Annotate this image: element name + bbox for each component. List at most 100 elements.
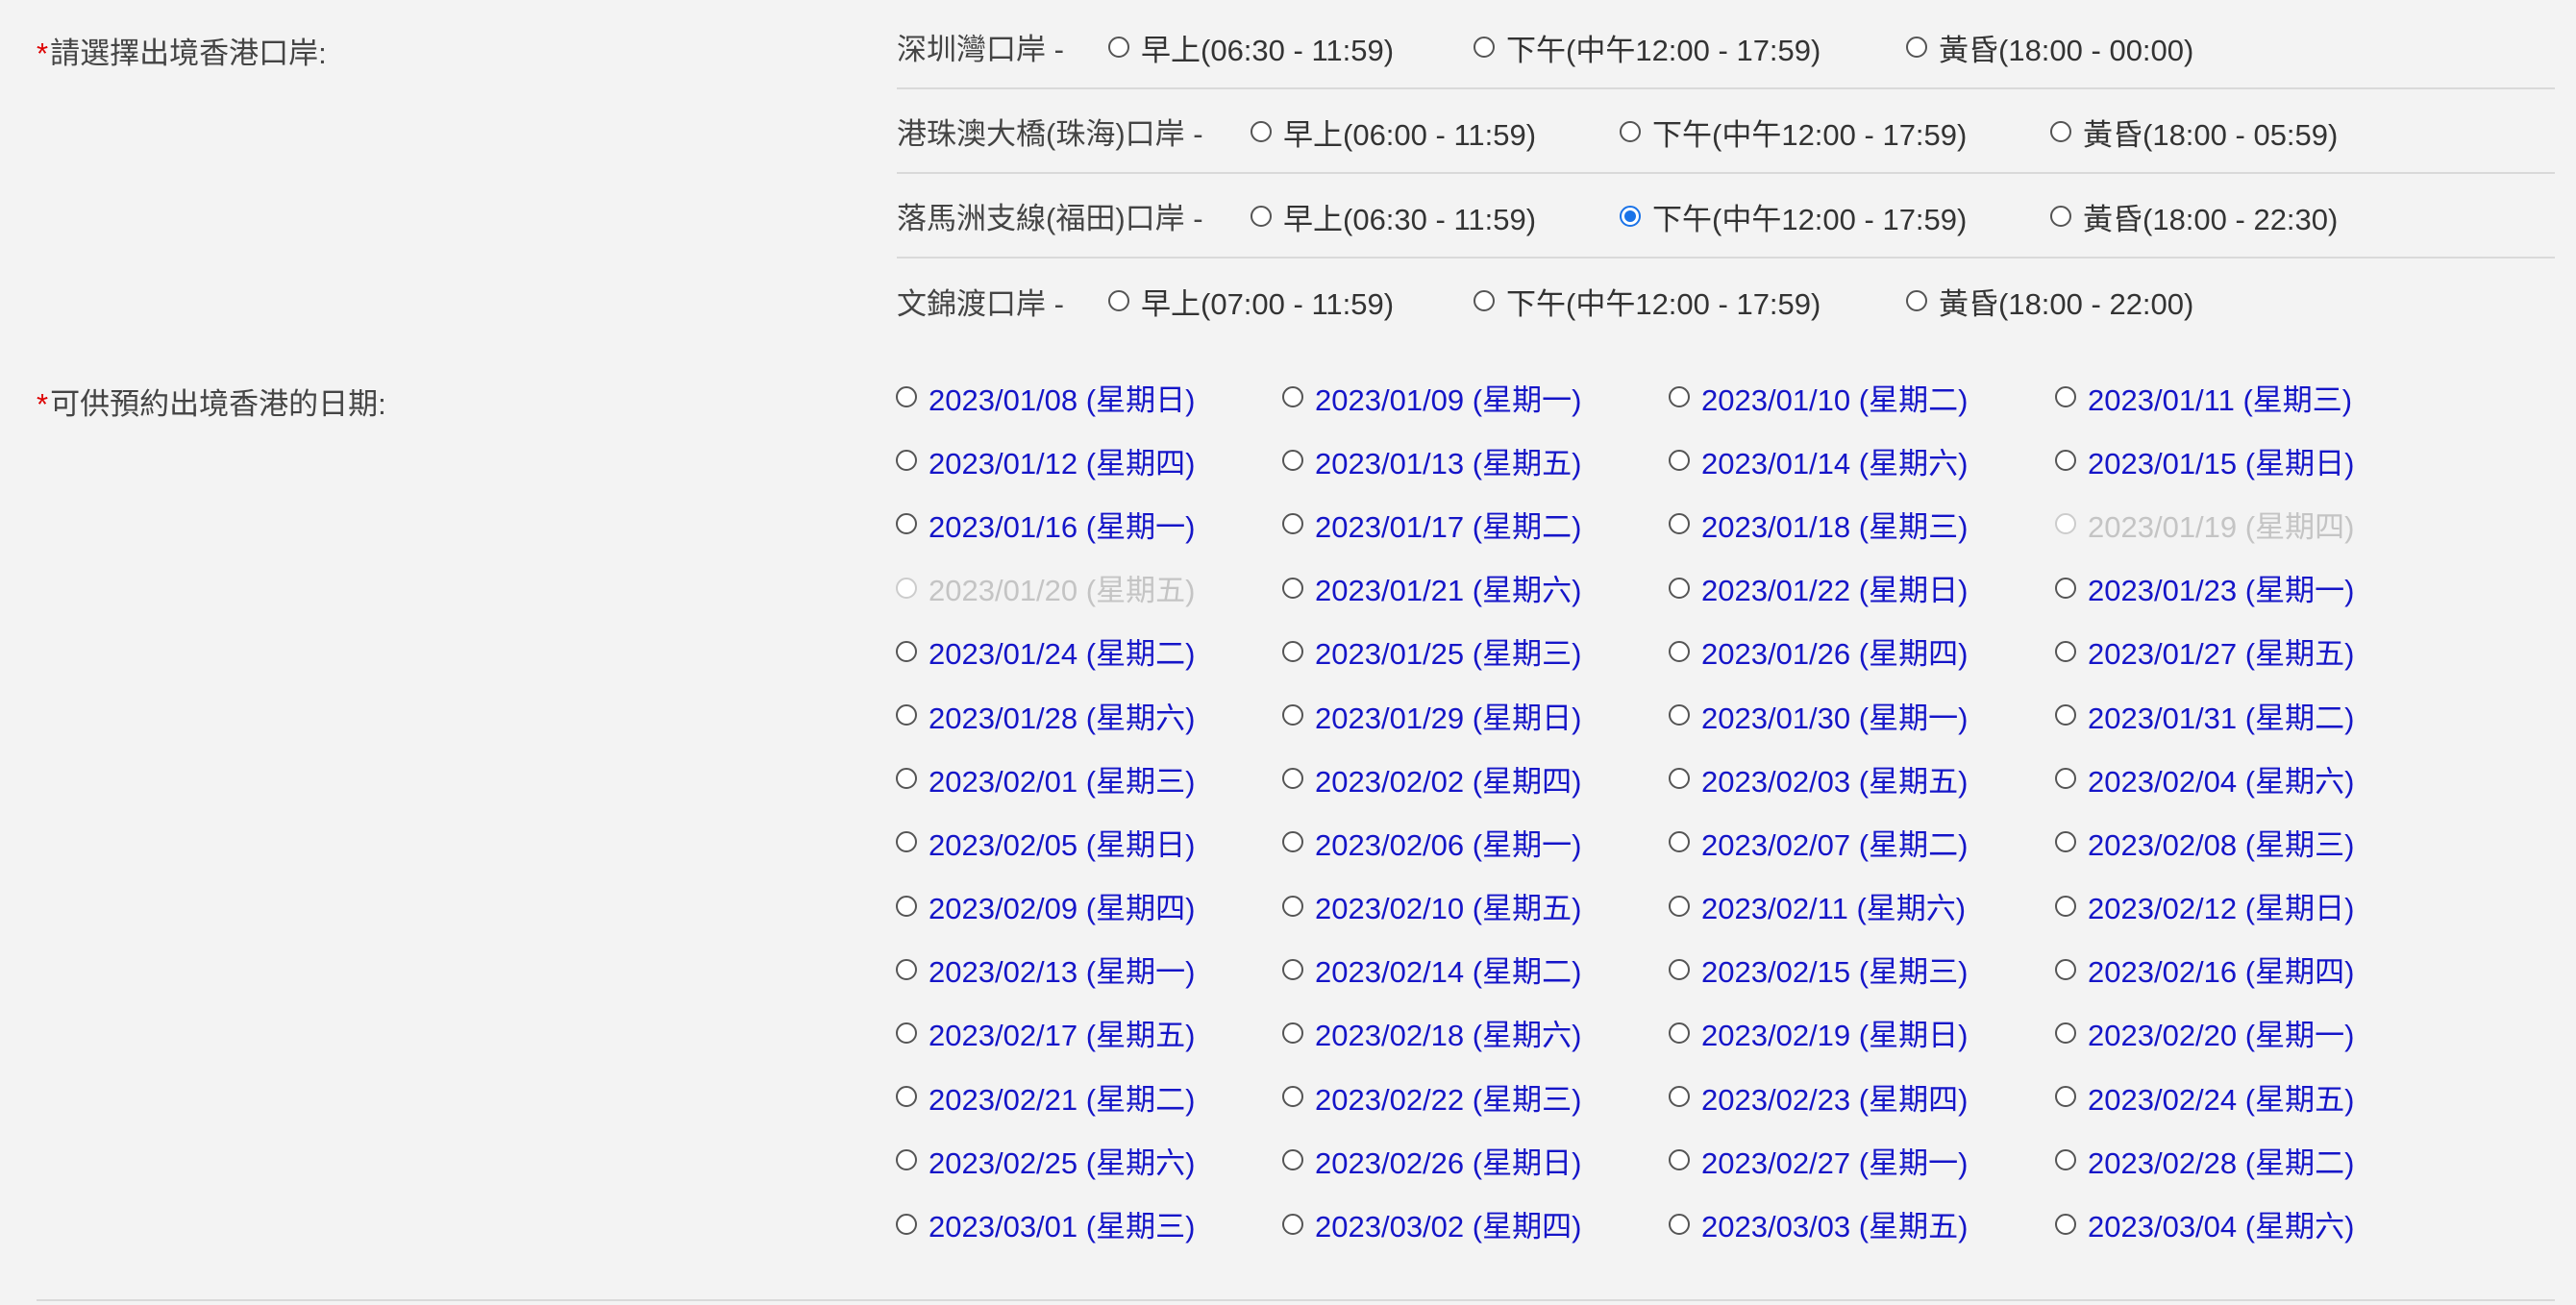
port-time-option[interactable]: 下午(中午12:00 - 17:59)	[1620, 174, 1967, 259]
date-option[interactable]: 2023/02/10 (星期五)	[1282, 874, 1669, 938]
date-option[interactable]: 2023/02/05 (星期日)	[896, 810, 1282, 874]
date-option[interactable]: 2023/01/14 (星期六)	[1669, 429, 2055, 492]
date-option[interactable]: 2023/01/25 (星期三)	[1282, 620, 1669, 683]
date-option[interactable]: 2023/02/09 (星期四)	[896, 874, 1282, 938]
radio-icon[interactable]	[1282, 831, 1303, 853]
date-option[interactable]: 2023/01/13 (星期五)	[1282, 429, 1669, 492]
radio-icon[interactable]	[1669, 450, 1690, 472]
radio-icon[interactable]	[896, 386, 917, 408]
date-option[interactable]: 2023/02/11 (星期六)	[1669, 874, 2055, 938]
date-option[interactable]: 2023/01/29 (星期日)	[1282, 683, 1669, 747]
port-time-option[interactable]: 下午(中午12:00 - 17:59)	[1474, 5, 1821, 89]
date-option[interactable]: 2023/01/31 (星期二)	[2055, 683, 2441, 747]
date-option[interactable]: 2023/02/14 (星期二)	[1282, 938, 1669, 1001]
radio-icon[interactable]	[896, 513, 917, 535]
date-option[interactable]: 2023/02/21 (星期二)	[896, 1065, 1282, 1128]
date-option[interactable]: 2023/02/19 (星期日)	[1669, 1001, 2055, 1065]
date-option[interactable]: 2023/01/16 (星期一)	[896, 492, 1282, 555]
radio-icon[interactable]	[1282, 704, 1303, 726]
date-option[interactable]: 2023/01/17 (星期二)	[1282, 492, 1669, 555]
port-time-option[interactable]: 早上(06:00 - 11:59)	[1251, 89, 1536, 174]
date-option[interactable]: 2023/02/15 (星期三)	[1669, 938, 2055, 1001]
radio-icon[interactable]	[1906, 37, 1927, 58]
date-option[interactable]: 2023/01/10 (星期二)	[1669, 365, 2055, 429]
date-option[interactable]: 2023/01/27 (星期五)	[2055, 620, 2441, 683]
date-option[interactable]: 2023/02/25 (星期六)	[896, 1128, 1282, 1192]
date-option[interactable]: 2023/02/23 (星期四)	[1669, 1065, 2055, 1128]
radio-icon[interactable]	[2055, 958, 2076, 980]
radio-icon[interactable]	[1108, 37, 1129, 58]
radio-icon[interactable]	[1669, 895, 1690, 917]
date-option[interactable]: 2023/02/13 (星期一)	[896, 938, 1282, 1001]
radio-checked-icon[interactable]	[1620, 206, 1641, 227]
radio-icon[interactable]	[1474, 37, 1495, 58]
radio-icon[interactable]	[896, 895, 917, 917]
date-option[interactable]: 2023/02/04 (星期六)	[2055, 747, 2441, 810]
port-time-option[interactable]: 早上(06:30 - 11:59)	[1108, 5, 1394, 89]
radio-icon[interactable]	[1251, 121, 1272, 142]
port-time-option[interactable]: 黃昏(18:00 - 22:00)	[1906, 259, 2193, 343]
port-time-option[interactable]: 下午(中午12:00 - 17:59)	[1620, 89, 1967, 174]
radio-icon[interactable]	[1282, 768, 1303, 790]
radio-icon[interactable]	[1669, 768, 1690, 790]
radio-icon[interactable]	[1669, 640, 1690, 662]
radio-icon[interactable]	[896, 1086, 917, 1108]
date-option[interactable]: 2023/02/07 (星期二)	[1669, 810, 2055, 874]
date-option[interactable]: 2023/03/01 (星期三)	[896, 1192, 1282, 1255]
radio-icon[interactable]	[896, 1149, 917, 1171]
radio-icon[interactable]	[1282, 640, 1303, 662]
date-option[interactable]: 2023/02/18 (星期六)	[1282, 1001, 1669, 1065]
date-option[interactable]: 2023/02/27 (星期一)	[1669, 1128, 2055, 1192]
radio-icon[interactable]	[1669, 513, 1690, 535]
radio-icon[interactable]	[896, 1022, 917, 1044]
radio-icon[interactable]	[2055, 577, 2076, 599]
radio-icon[interactable]	[1251, 206, 1272, 227]
radio-icon[interactable]	[1282, 577, 1303, 599]
radio-icon[interactable]	[1669, 1086, 1690, 1108]
date-option[interactable]: 2023/01/12 (星期四)	[896, 429, 1282, 492]
radio-icon[interactable]	[1669, 1213, 1690, 1235]
date-option[interactable]: 2023/01/11 (星期三)	[2055, 365, 2441, 429]
radio-icon[interactable]	[2055, 895, 2076, 917]
radio-icon[interactable]	[1282, 450, 1303, 472]
port-time-option[interactable]: 黃昏(18:00 - 05:59)	[2050, 89, 2338, 174]
radio-icon[interactable]	[896, 768, 917, 790]
radio-icon[interactable]	[2055, 386, 2076, 408]
date-option[interactable]: 2023/02/22 (星期三)	[1282, 1065, 1669, 1128]
date-option[interactable]: 2023/03/03 (星期五)	[1669, 1192, 2055, 1255]
date-option[interactable]: 2023/02/08 (星期三)	[2055, 810, 2441, 874]
radio-icon[interactable]	[2055, 1149, 2076, 1171]
date-option[interactable]: 2023/01/22 (星期日)	[1669, 556, 2055, 620]
date-option[interactable]: 2023/02/12 (星期日)	[2055, 874, 2441, 938]
date-option[interactable]: 2023/01/26 (星期四)	[1669, 620, 2055, 683]
radio-icon[interactable]	[2055, 1086, 2076, 1108]
radio-icon[interactable]	[1282, 1213, 1303, 1235]
date-option[interactable]: 2023/01/09 (星期一)	[1282, 365, 1669, 429]
date-option[interactable]: 2023/02/06 (星期一)	[1282, 810, 1669, 874]
radio-icon[interactable]	[896, 958, 917, 980]
radio-icon[interactable]	[1669, 958, 1690, 980]
radio-icon[interactable]	[2055, 1213, 2076, 1235]
radio-icon[interactable]	[896, 704, 917, 726]
date-option[interactable]: 2023/01/24 (星期二)	[896, 620, 1282, 683]
radio-icon[interactable]	[1669, 704, 1690, 726]
date-option[interactable]: 2023/01/18 (星期三)	[1669, 492, 2055, 555]
radio-icon[interactable]	[2055, 1022, 2076, 1044]
radio-icon[interactable]	[1669, 1149, 1690, 1171]
port-time-option[interactable]: 黃昏(18:00 - 00:00)	[1906, 5, 2193, 89]
port-time-option[interactable]: 早上(07:00 - 11:59)	[1108, 259, 1394, 343]
radio-icon[interactable]	[1282, 958, 1303, 980]
radio-icon[interactable]	[896, 1213, 917, 1235]
date-option[interactable]: 2023/03/04 (星期六)	[2055, 1192, 2441, 1255]
date-option[interactable]: 2023/02/03 (星期五)	[1669, 747, 2055, 810]
date-option[interactable]: 2023/02/16 (星期四)	[2055, 938, 2441, 1001]
date-option[interactable]: 2023/01/23 (星期一)	[2055, 556, 2441, 620]
date-option[interactable]: 2023/02/20 (星期一)	[2055, 1001, 2441, 1065]
date-option[interactable]: 2023/03/02 (星期四)	[1282, 1192, 1669, 1255]
radio-icon[interactable]	[1282, 1149, 1303, 1171]
radio-icon[interactable]	[1620, 121, 1641, 142]
radio-icon[interactable]	[2055, 450, 2076, 472]
radio-icon[interactable]	[1669, 1022, 1690, 1044]
radio-icon[interactable]	[1282, 1022, 1303, 1044]
radio-icon[interactable]	[896, 450, 917, 472]
